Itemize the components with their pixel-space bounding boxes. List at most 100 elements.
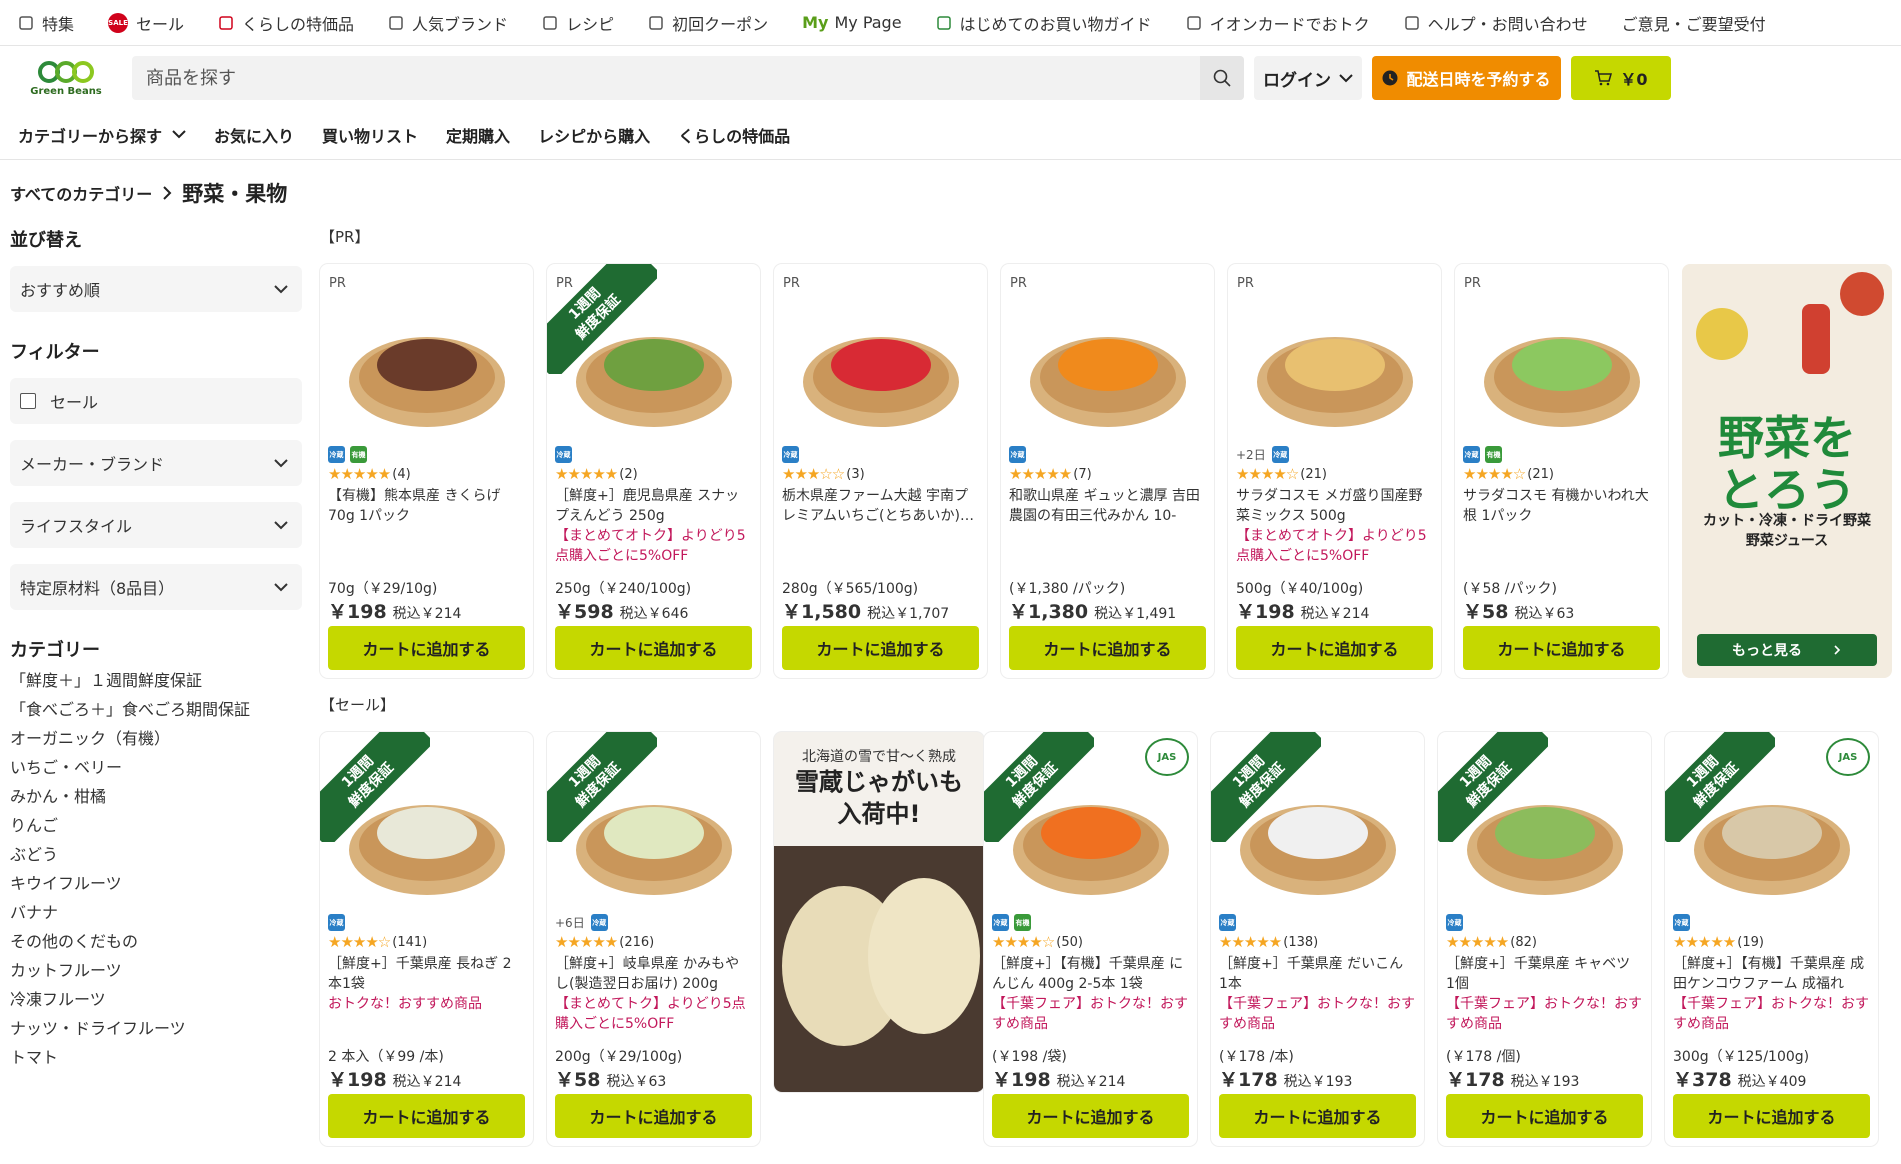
vegetable-promo-banner[interactable]: 野菜を とろう カット・冷凍・ドライ野菜 野菜ジュース もっと見る <box>1682 264 1892 678</box>
catnav-item-5[interactable]: くらしの特価品 <box>678 123 790 147</box>
lifestyle-filter-dropdown[interactable]: ライフスタイル <box>10 502 302 548</box>
category-link[interactable]: いちご・ベリー <box>10 753 302 782</box>
sale-filter[interactable]: セール <box>10 378 302 424</box>
product-name[interactable]: 【有機】熊本県産 きくらげ 70g 1パック <box>328 486 525 526</box>
product-card[interactable]: PR 1週間 鮮度保証 冷蔵 ★★★★★ (2) ［鮮度+］鹿児島県産 スナップえんどう 2… <box>547 264 760 678</box>
product-tags: +6日 冷蔵 <box>555 914 613 931</box>
topnav-item-0[interactable]: 特集 <box>18 11 74 35</box>
category-link[interactable]: みかん・柑橘 <box>10 782 302 811</box>
topnav-item-5[interactable]: 初回クーポン <box>648 11 768 35</box>
topnav-item-10[interactable]: ご意見・ご要望受付 <box>1622 11 1766 35</box>
logo[interactable]: Green Beans <box>20 60 112 97</box>
add-to-cart-button[interactable]: カートに追加する <box>328 1094 525 1138</box>
pr-label: PR <box>329 276 346 291</box>
topnav-item-label: ご意見・ご要望受付 <box>1621 14 1766 34</box>
cart-button[interactable]: ￥0 <box>1571 56 1671 100</box>
product-unit-price: (￥1,380 /パック) <box>1009 581 1126 597</box>
product-card[interactable]: 1週間 鮮度保証 冷蔵 ★★★★★ (138) ［鮮度+］千葉県産 だいこん 1本 【千葉フ… <box>1211 732 1424 1146</box>
add-to-cart-button[interactable]: カートに追加する <box>1446 1094 1643 1138</box>
add-to-cart-button[interactable]: カートに追加する <box>328 626 525 670</box>
banner-more-button[interactable]: もっと見る <box>1697 634 1877 666</box>
product-name[interactable]: ［鮮度+］【有機】千葉県産 にんじん 400g 2-5本 1袋 <box>992 954 1189 994</box>
product-card[interactable]: PR 冷蔵 ★★★☆☆ (3) 栃木県産ファーム大越 宇南プレミアムいちご(とちあいか)… <box>774 264 987 678</box>
add-to-cart-button[interactable]: カートに追加する <box>1673 1094 1870 1138</box>
product-name[interactable]: ［鮮度+］千葉県産 長ねぎ 2本1袋 <box>328 954 525 994</box>
category-link[interactable]: キウイフルーツ <box>10 869 302 898</box>
catnav-item-1[interactable]: お気に入り <box>214 123 294 147</box>
product-name[interactable]: ［鮮度+］千葉県産 キャベツ 1個 <box>1446 954 1643 994</box>
category-link[interactable]: バナナ <box>10 898 302 927</box>
add-to-cart-button[interactable]: カートに追加する <box>1219 1094 1416 1138</box>
add-to-cart-button[interactable]: カートに追加する <box>1463 626 1660 670</box>
product-rating: ★★★★☆ (141) <box>328 933 427 951</box>
catnav-item-4[interactable]: レシピから購入 <box>538 123 650 147</box>
sidebar: 並び替え おすすめ順 フィルター セール メーカー・ブランド ライフスタイル 特… <box>10 226 302 1072</box>
sort-dropdown[interactable]: おすすめ順 <box>10 266 302 312</box>
product-name[interactable]: サラダコスモ メガ盛り国産野菜ミックス 500g <box>1236 486 1433 526</box>
category-link[interactable]: 「鮮度＋」１週間鮮度保証 <box>10 666 302 695</box>
topnav-item-3[interactable]: 人気ブランド <box>388 11 508 35</box>
add-to-cart-button[interactable]: カートに追加する <box>555 1094 752 1138</box>
product-name[interactable]: 和歌山県産 ギュッと濃厚 吉田農園の有田三代みかん 10-12… <box>1009 486 1206 526</box>
catnav-item-3[interactable]: 定期購入 <box>446 123 510 147</box>
add-to-cart-button[interactable]: カートに追加する <box>1009 626 1206 670</box>
potato-promo-poster[interactable]: 北海道の雪で甘〜く熟成 雪蔵じゃがいも 入荷中! <box>774 732 984 1092</box>
product-card[interactable]: 1週間 鮮度保証 +6日 冷蔵 ★★★★★ (216) ［鮮度+］岐阜県産 かみもやし(製造… <box>547 732 760 1146</box>
product-image[interactable] <box>1236 272 1433 452</box>
product-name[interactable]: ［鮮度+］千葉県産 だいこん 1本 <box>1219 954 1416 994</box>
price-tax-included: 税込￥214 <box>1300 606 1370 622</box>
category-link[interactable]: りんご <box>10 811 302 840</box>
topnav-item-7[interactable]: はじめてのお買い物ガイド <box>936 11 1152 35</box>
catnav-item-0[interactable]: カテゴリーから探す <box>18 123 186 147</box>
topnav-item-2[interactable]: くらしの特価品 <box>218 11 354 35</box>
topnav-item-8[interactable]: イオンカードでおトク <box>1186 11 1370 35</box>
product-name[interactable]: サラダコスモ 有機かいわれ大根 1パック <box>1463 486 1660 526</box>
product-photo <box>802 337 959 427</box>
catnav-label: 買い物リスト <box>322 126 419 146</box>
search-button[interactable] <box>1200 56 1244 100</box>
product-image[interactable] <box>1009 272 1206 452</box>
product-card[interactable]: 1週間 鮮度保証 冷蔵 ★★★★★ (82) ［鮮度+］千葉県産 キャベツ 1個 【千葉フェ… <box>1438 732 1651 1146</box>
category-link[interactable]: その他のくだもの <box>10 927 302 956</box>
search-input[interactable] <box>132 56 1200 100</box>
product-image[interactable] <box>328 272 525 452</box>
topnav-item-9[interactable]: ヘルプ・お問い合わせ <box>1404 11 1588 35</box>
category-link[interactable]: 冷凍フルーツ <box>10 985 302 1014</box>
add-to-cart-button[interactable]: カートに追加する <box>1236 626 1433 670</box>
product-name[interactable]: ［鮮度+］岐阜県産 かみもやし(製造翌日お届け) 200g <box>555 954 752 994</box>
product-name[interactable]: ［鮮度+］【有機】千葉県産 成田ケンコウファーム 成福れん… <box>1673 954 1870 994</box>
product-card[interactable]: PR 冷蔵 ★★★★★ (7) 和歌山県産 ギュッと濃厚 吉田農園の有田三代みかん 10… <box>1001 264 1214 678</box>
product-name[interactable]: ［鮮度+］鹿児島県産 スナップえんどう 250g <box>555 486 752 526</box>
product-card[interactable]: 1週間 鮮度保証 JAS 冷蔵 有機 ★★★★☆ (50) ［鮮度+］【有機】千葉県産 にんじ… <box>984 732 1197 1146</box>
sale-checkbox[interactable] <box>20 393 36 409</box>
allergen-filter-dropdown[interactable]: 特定原材料（8品目） <box>10 564 302 610</box>
product-image[interactable] <box>782 272 979 452</box>
product-card[interactable]: PR 冷蔵 有機 ★★★★☆ (21) サラダコスモ 有機かいわれ大根 1パック (￥58 … <box>1455 264 1668 678</box>
category-link[interactable]: 「食べごろ＋」食べごろ期間保証 <box>10 695 302 724</box>
category-link[interactable]: オーガニック（有機） <box>10 724 302 753</box>
category-link[interactable]: ぶどう <box>10 840 302 869</box>
delivery-reserve-button[interactable]: 配送日時を予約する <box>1372 56 1561 100</box>
category-link[interactable]: トマト <box>10 1043 302 1072</box>
topnav-item-6[interactable]: My My Page <box>802 13 901 32</box>
topnav-item-4[interactable]: レシピ <box>542 11 614 35</box>
product-card[interactable]: PR 冷蔵 有機 ★★★★★ (4) 【有機】熊本県産 きくらげ 70g 1パック 70g（… <box>320 264 533 678</box>
login-button[interactable]: ログイン <box>1254 56 1362 100</box>
breadcrumb-root[interactable]: すべてのカテゴリー <box>10 181 152 205</box>
topnav-item-1[interactable]: SALE セール <box>108 11 184 35</box>
product-image[interactable] <box>1463 272 1660 452</box>
star-icons: ★★★★☆ <box>1463 465 1526 483</box>
add-to-cart-button[interactable]: カートに追加する <box>782 626 979 670</box>
maker-filter-dropdown[interactable]: メーカー・ブランド <box>10 440 302 486</box>
mypage-icon: My <box>802 13 829 32</box>
cold-icon: 冷蔵 <box>328 446 345 463</box>
product-name[interactable]: 栃木県産ファーム大越 宇南プレミアムいちご(とちあいか)… <box>782 486 979 526</box>
category-link[interactable]: カットフルーツ <box>10 956 302 985</box>
category-link[interactable]: ナッツ・ドライフルーツ <box>10 1014 302 1043</box>
add-to-cart-button[interactable]: カートに追加する <box>992 1094 1189 1138</box>
catnav-item-2[interactable]: 買い物リスト <box>322 123 418 147</box>
add-to-cart-button[interactable]: カートに追加する <box>555 626 752 670</box>
product-card[interactable]: 1週間 鮮度保証 JAS 冷蔵 ★★★★★ (19) ［鮮度+］【有機】千葉県産 成田ケンコ… <box>1665 732 1878 1146</box>
product-card[interactable]: PR +2日 冷蔵 ★★★★☆ (21) サラダコスモ メガ盛り国産野菜ミックス 500g… <box>1228 264 1441 678</box>
product-card[interactable]: 1週間 鮮度保証 冷蔵 ★★★★☆ (141) ［鮮度+］千葉県産 長ねぎ 2本1袋 おトク… <box>320 732 533 1146</box>
